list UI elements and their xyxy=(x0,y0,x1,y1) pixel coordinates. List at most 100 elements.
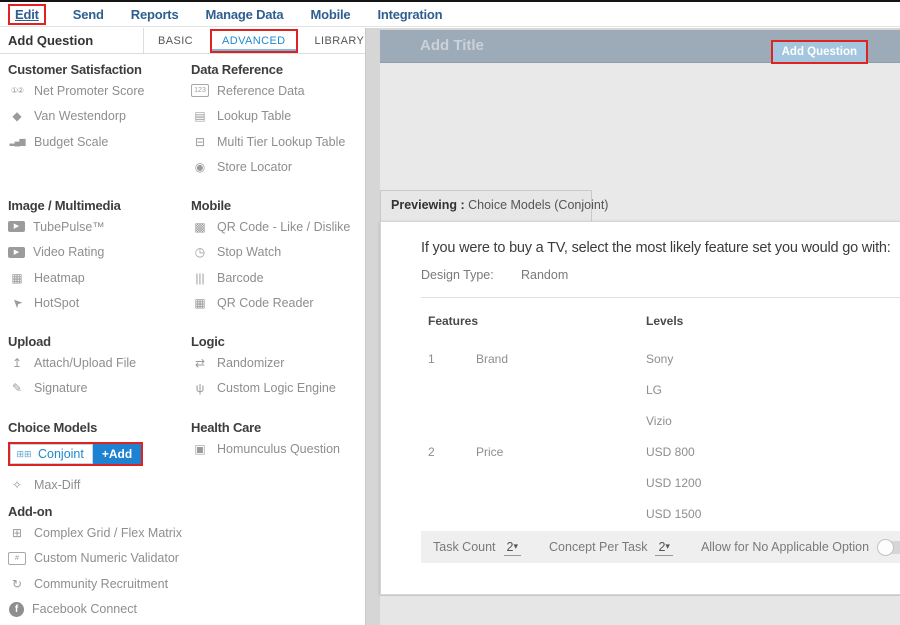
concept-per-task-label: Concept Per Task xyxy=(549,540,647,554)
sidebar-item-custom-numeric-validator[interactable]: #Custom Numeric Validator xyxy=(8,546,183,572)
sidebar-item-budget-scale[interactable]: ▂▄▆Budget Scale xyxy=(8,129,183,155)
sidebar-item-net-promoter-score[interactable]: ①② Net Promoter Score xyxy=(8,78,183,104)
tubepulse-label: TubePulse™ xyxy=(33,220,105,234)
price-tag-icon: ◆ xyxy=(8,110,26,122)
tab-basic[interactable]: BASIC xyxy=(144,35,207,47)
level-value: USD 800 xyxy=(646,437,900,468)
divider xyxy=(421,297,900,298)
feature-number: 2 xyxy=(421,437,476,468)
nps-scale-icon: ①② xyxy=(8,87,26,95)
qr-code-like-dislike-label: QR Code - Like / Dislike xyxy=(217,220,350,234)
previewing-tab: Previewing : Choice Models (Conjoint) xyxy=(380,190,592,221)
qr-code-reader-label: QR Code Reader xyxy=(217,296,314,310)
sidebar-item-reference-data[interactable]: 123Reference Data xyxy=(191,78,365,104)
group-title: Mobile xyxy=(191,198,365,214)
sidebar-item-qr-code-like-dislike[interactable]: ▩ QR Code - Like / Dislike xyxy=(191,214,365,240)
caret-down-icon: ▾ xyxy=(665,541,670,552)
concept-per-task-value: 2 xyxy=(658,540,665,554)
sidebar-item-max-diff[interactable]: ✧Max-Diff xyxy=(8,472,183,498)
concept-per-task-dropdown[interactable]: 2 ▾ xyxy=(655,538,672,556)
task-count-dropdown[interactable]: 2 ▾ xyxy=(504,538,521,556)
stop-watch-label: Stop Watch xyxy=(217,245,281,259)
sidebar-item-video-rating[interactable]: ▶ Video Rating xyxy=(8,240,183,266)
video-rating-label: Video Rating xyxy=(33,245,104,259)
annotation-box: ⊞⊞Conjoint+Add xyxy=(8,442,143,466)
nav-item-edit[interactable]: Edit xyxy=(8,4,46,25)
nav-item-reports[interactable]: Reports xyxy=(131,7,179,22)
question-types-column-2: Data Reference123Reference Data▤Lookup T… xyxy=(183,54,365,625)
survey-builder-app: Edit Send Reports Manage Data Mobile Integrat… xyxy=(0,0,900,625)
group-title: Choice Models xyxy=(8,420,183,436)
sidebar-item-barcode[interactable]: |||Barcode xyxy=(191,265,365,291)
sidebar-item-tubepulse[interactable]: ▶TubePulse™ xyxy=(8,214,183,240)
sidebar-item-hotspot[interactable]: ➤HotSpot xyxy=(8,291,183,317)
homunculus-question-label: Homunculus Question xyxy=(217,442,340,456)
nav-item-send[interactable]: Send xyxy=(73,7,104,22)
sidebar-item-custom-logic-engine[interactable]: ψCustom Logic Engine xyxy=(191,376,365,402)
hotspot-label: HotSpot xyxy=(34,296,79,310)
nav-item-manage-data[interactable]: Manage Data xyxy=(205,7,283,22)
feature-name: Price xyxy=(476,437,646,468)
heatmap-icon: ▦ xyxy=(8,272,26,284)
table-row: 2PriceUSD 800USD 1200USD 1500 xyxy=(421,437,900,530)
group-health-care: Health Care▣Homunculus Question xyxy=(183,420,365,462)
grid-icon: ⊞ xyxy=(8,527,26,539)
group-title: Upload xyxy=(8,334,183,350)
sidebar-item-stop-watch[interactable]: ◷ Stop Watch xyxy=(191,240,365,266)
attach-upload-file-label: Attach/Upload File xyxy=(34,356,136,370)
conjoint-cell[interactable]: ⊞⊞Conjoint xyxy=(10,444,93,464)
facebook-icon: f xyxy=(9,602,24,617)
sidebar-item-conjoint[interactable]: ⊞⊞Conjoint+Add xyxy=(8,438,183,470)
sidebar-item-heatmap[interactable]: ▦Heatmap xyxy=(8,265,183,291)
group-choice-models: Choice Models ⊞⊞Conjoint+Add ✧Max-Diff xyxy=(0,420,183,498)
question-text: If you were to buy a TV, select the most… xyxy=(381,222,900,256)
max-diff-label: Max-Diff xyxy=(34,478,80,492)
main-navbar: Edit Send Reports Manage Data Mobile Integrat… xyxy=(0,2,900,27)
group-image-multimedia: Image / Multimedia▶TubePulse™▶Video Rati… xyxy=(0,198,183,316)
add-conjoint-button[interactable]: +Add xyxy=(93,444,141,464)
sidebar-item-store-locator[interactable]: ◉Store Locator xyxy=(191,155,365,181)
level-value: USD 1200 xyxy=(646,468,900,499)
add-question-button[interactable]: Add Question xyxy=(771,40,868,64)
no-applicable-option-toggle[interactable] xyxy=(879,541,900,554)
sidebar-item-lookup-table[interactable]: ▤Lookup Table xyxy=(191,104,365,130)
level-value: USD 1500 xyxy=(646,499,900,530)
signature-pen-icon: ✎ xyxy=(8,382,26,394)
budget-scale-label: Budget Scale xyxy=(34,135,108,149)
lookup-table-icon: ▤ xyxy=(191,110,209,122)
sidebar-item-randomizer[interactable]: ⇄Randomizer xyxy=(191,350,365,376)
tab-advanced[interactable]: ADVANCED xyxy=(210,29,298,53)
net-promoter-score-label: Net Promoter Score xyxy=(34,84,144,98)
question-types-column-1: Customer Satisfaction①②Net Promoter Scor… xyxy=(0,54,183,625)
level-value: LG xyxy=(646,375,900,406)
sidebar-item-qr-code-reader[interactable]: ▦QR Code Reader xyxy=(191,291,365,317)
sidebar-item-complex-grid-flex-matrix[interactable]: ⊞Complex Grid / Flex Matrix xyxy=(8,520,183,546)
group-title: Add-on xyxy=(8,504,183,520)
upload-icon: ↥ xyxy=(8,357,26,369)
sidebar-item-community-recruitment[interactable]: ↻Community Recruitment xyxy=(8,571,183,597)
sidebar-item-facebook-connect[interactable]: fFacebook Connect xyxy=(8,597,183,623)
stopwatch-icon: ◷ xyxy=(191,246,209,258)
task-count-label: Task Count xyxy=(433,540,496,554)
video-icon: ▶ xyxy=(8,247,25,258)
group-add-on: Add-on⊞Complex Grid / Flex Matrix#Custom… xyxy=(0,504,183,622)
group-title: Data Reference xyxy=(191,62,365,78)
nav-item-mobile[interactable]: Mobile xyxy=(310,7,350,22)
sidebar-item-attach-upload-file[interactable]: ↥ Attach/Upload File xyxy=(8,350,183,376)
reference-data-icon: 123 xyxy=(191,84,209,97)
sidebar-item-multi-tier-lookup-table[interactable]: ⊟Multi Tier Lookup Table xyxy=(191,129,365,155)
nav-item-integration[interactable]: Integration xyxy=(377,7,442,22)
sidebar-item-signature[interactable]: ✎Signature xyxy=(8,376,183,402)
sidebar-item-van-westendorp[interactable]: ◆Van Westendorp xyxy=(8,104,183,130)
level-value: Vizio xyxy=(646,406,900,437)
group-logic: Logic⇄RandomizerψCustom Logic Engine xyxy=(183,334,365,401)
sidebar-item-homunculus-question[interactable]: ▣Homunculus Question xyxy=(191,436,365,462)
feature-name: Brand xyxy=(476,344,646,375)
question-type-tabs: BASICADVANCEDLIBRARY ✖ xyxy=(143,28,365,53)
qr-code-icon: ▩ xyxy=(191,221,209,233)
table-row: 1BrandSonyLGVizio xyxy=(421,344,900,437)
levels-header: Levels xyxy=(646,314,683,328)
add-question-panel: Add Question BASICADVANCEDLIBRARY ✖ Cust… xyxy=(0,28,366,625)
group-data-reference: Data Reference123Reference Data▤Lookup T… xyxy=(183,62,365,180)
design-type-label: Design Type: xyxy=(421,268,521,282)
